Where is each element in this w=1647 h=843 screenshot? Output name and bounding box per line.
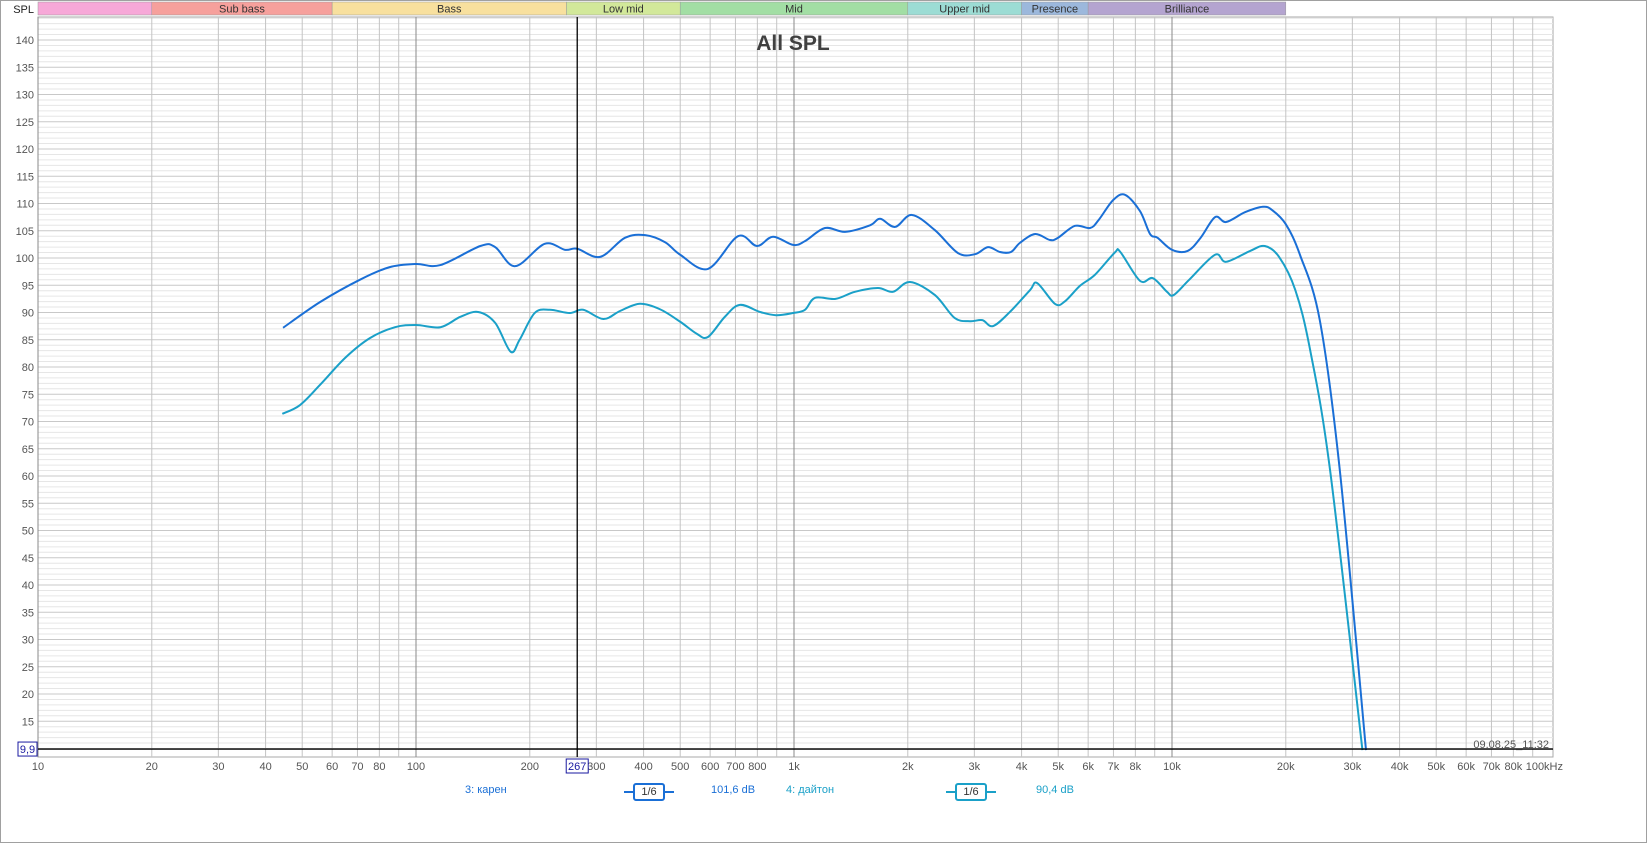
x-tick-label: 60k [1457,761,1475,773]
x-tick-label: 60 [326,761,338,773]
y-tick-label: 95 [22,280,34,292]
x-tick-label: 50k [1427,761,1445,773]
band-label: Presence [1032,4,1078,16]
cursor-y-value: 9,9 [20,744,35,756]
y-tick-label: 35 [22,607,34,619]
y-tick-label: 65 [22,444,34,456]
band-label: Mid [785,4,803,16]
y-axis-label: SPL [13,4,34,16]
band-label: Bass [437,4,462,16]
x-tick-label: 10k [1163,761,1181,773]
x-tick-label: 80k [1504,761,1522,773]
timestamp: 09.08.25_11:32 [1473,739,1549,751]
chart-title: All SPL [756,32,830,55]
cursor-x-value: 267 [568,761,586,773]
x-tick-label: 1k [788,761,800,773]
band-infrasonic[interactable] [37,1,153,16]
y-tick-label: 120 [16,144,34,156]
x-tick-label: 3k [969,761,981,773]
legend-series-4-level: 90,4 dB [1036,784,1074,796]
y-tick-label: 45 [22,553,34,565]
y-tick-label: 55 [22,498,34,510]
x-tick-label: 70k [1483,761,1501,773]
band-label: Brilliance [1165,4,1210,16]
legend-series-3-level: 101,6 dB [711,784,756,796]
x-tick-label: 80 [373,761,385,773]
x-tick-label: 4k [1016,761,1028,773]
x-tick-label: 5k [1052,761,1064,773]
band-label: Upper mid [939,4,990,16]
x-tick-label: 10 [32,761,44,773]
y-tick-label: 130 [16,90,34,102]
x-tick-label: 40 [259,761,271,773]
x-tick-label: 700 [726,761,744,773]
y-tick-label: 30 [22,635,34,647]
x-tick-label: 20k [1277,761,1295,773]
y-tick-label: 85 [22,335,34,347]
x-tick-label: 70 [351,761,363,773]
y-tick-label: 110 [16,199,34,211]
smoothing-label: 1/6 [955,783,987,801]
y-tick-label: 20 [22,689,34,701]
band-label: Sub bass [219,4,265,16]
x-tick-label: 7k [1108,761,1120,773]
y-tick-label: 80 [22,362,34,374]
y-tick-label: 25 [22,662,34,674]
x-tick-label: 200 [521,761,539,773]
x-tick-label: 800 [748,761,766,773]
y-tick-label: 125 [16,117,34,129]
x-tick-label: 400 [634,761,652,773]
y-tick-label: 115 [16,171,34,183]
x-tick-label: 50 [296,761,308,773]
x-tick-label: 500 [671,761,689,773]
y-tick-label: 90 [22,308,34,320]
y-tick-label: 70 [22,417,34,429]
y-tick-label: 135 [16,62,34,74]
x-tick-label: 30k [1343,761,1361,773]
x-tick-label: 600 [701,761,719,773]
y-tick-label: 105 [16,226,34,238]
x-tick-label: 100kHz [1526,761,1563,773]
band-label: Low mid [603,4,644,16]
y-tick-label: 140 [16,35,34,47]
x-tick-label: 8k [1130,761,1142,773]
x-tick-label: 30 [212,761,224,773]
spl-chart[interactable]: Sub bass Bass Low mid Mid Upper mid Presence B… [0,0,1647,843]
y-tick-label: 100 [16,253,34,265]
smoothing-label: 1/6 [633,783,665,801]
x-tick-label: 6k [1082,761,1094,773]
legend-series-4-name[interactable]: 4: дайтон [786,784,834,796]
legend-series-3-name[interactable]: 3: карен [465,784,507,796]
x-tick-label: 20 [146,761,158,773]
y-tick-label: 50 [22,526,34,538]
y-tick-label: 40 [22,580,34,592]
y-tick-label: 60 [22,471,34,483]
y-tick-label: 15 [22,716,34,728]
x-tick-label: 40k [1391,761,1409,773]
x-tick-label: 100 [407,761,425,773]
x-tick-label: 2k [902,761,914,773]
x-tick-label: 300 [587,761,605,773]
y-tick-label: 75 [22,389,34,401]
